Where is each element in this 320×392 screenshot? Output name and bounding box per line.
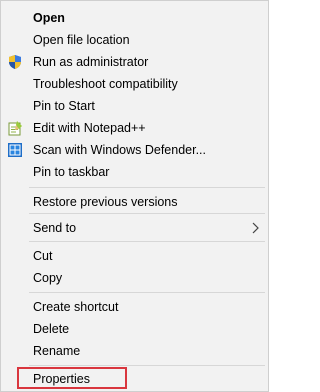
menu-item-cut[interactable]: Cut <box>1 245 268 267</box>
menu-item-label: Open file location <box>33 33 130 47</box>
context-menu: Open Open file location Run as administr… <box>0 0 269 392</box>
menu-separator <box>29 292 265 293</box>
menu-item-pin-to-start[interactable]: Pin to Start <box>1 95 268 117</box>
menu-item-label: Run as administrator <box>33 55 149 69</box>
menu-item-label: Create shortcut <box>33 300 119 314</box>
menu-item-label: Pin to Start <box>33 99 95 113</box>
highlight-box <box>17 367 127 389</box>
menu-item-label: Pin to taskbar <box>33 165 110 179</box>
menu-item-pin-to-taskbar[interactable]: Pin to taskbar <box>1 161 268 183</box>
menu-separator <box>29 241 265 242</box>
menu-item-run-as-administrator[interactable]: Run as administrator <box>1 51 268 73</box>
menu-item-label: Edit with Notepad++ <box>33 121 146 135</box>
menu-separator <box>29 365 265 366</box>
menu-item-scan-with-windows-defender[interactable]: Scan with Windows Defender... <box>1 139 268 161</box>
menu-item-label: Open <box>33 11 65 25</box>
menu-item-label: Scan with Windows Defender... <box>33 143 206 157</box>
menu-item-label: Send to <box>33 221 77 235</box>
menu-item-label: Restore previous versions <box>33 195 178 209</box>
menu-item-troubleshoot-compatibility[interactable]: Troubleshoot compatibility <box>1 73 268 95</box>
menu-separator <box>29 213 265 214</box>
chevron-right-icon <box>252 222 260 234</box>
menu-item-open[interactable]: Open <box>1 7 268 29</box>
menu-item-open-file-location[interactable]: Open file location <box>1 29 268 51</box>
menu-item-edit-with-notepad-plus-plus[interactable]: Edit with Notepad++ <box>1 117 268 139</box>
notepad-plus-plus-icon <box>7 120 23 136</box>
menu-separator <box>29 187 265 188</box>
menu-item-label: Troubleshoot compatibility <box>33 77 178 91</box>
menu-item-restore-previous-versions[interactable]: Restore previous versions <box>1 191 268 213</box>
menu-item-copy[interactable]: Copy <box>1 267 268 289</box>
menu-item-label: Cut <box>33 249 53 263</box>
windows-defender-icon <box>7 142 23 158</box>
menu-item-create-shortcut[interactable]: Create shortcut <box>1 296 268 318</box>
menu-item-rename[interactable]: Rename <box>1 340 268 362</box>
menu-item-label: Rename <box>33 344 81 358</box>
menu-item-send-to[interactable]: Send to <box>1 217 268 239</box>
uac-shield-icon <box>7 54 23 70</box>
menu-item-label: Copy <box>33 271 63 285</box>
menu-item-delete[interactable]: Delete <box>1 318 268 340</box>
menu-item-label: Delete <box>33 322 70 336</box>
